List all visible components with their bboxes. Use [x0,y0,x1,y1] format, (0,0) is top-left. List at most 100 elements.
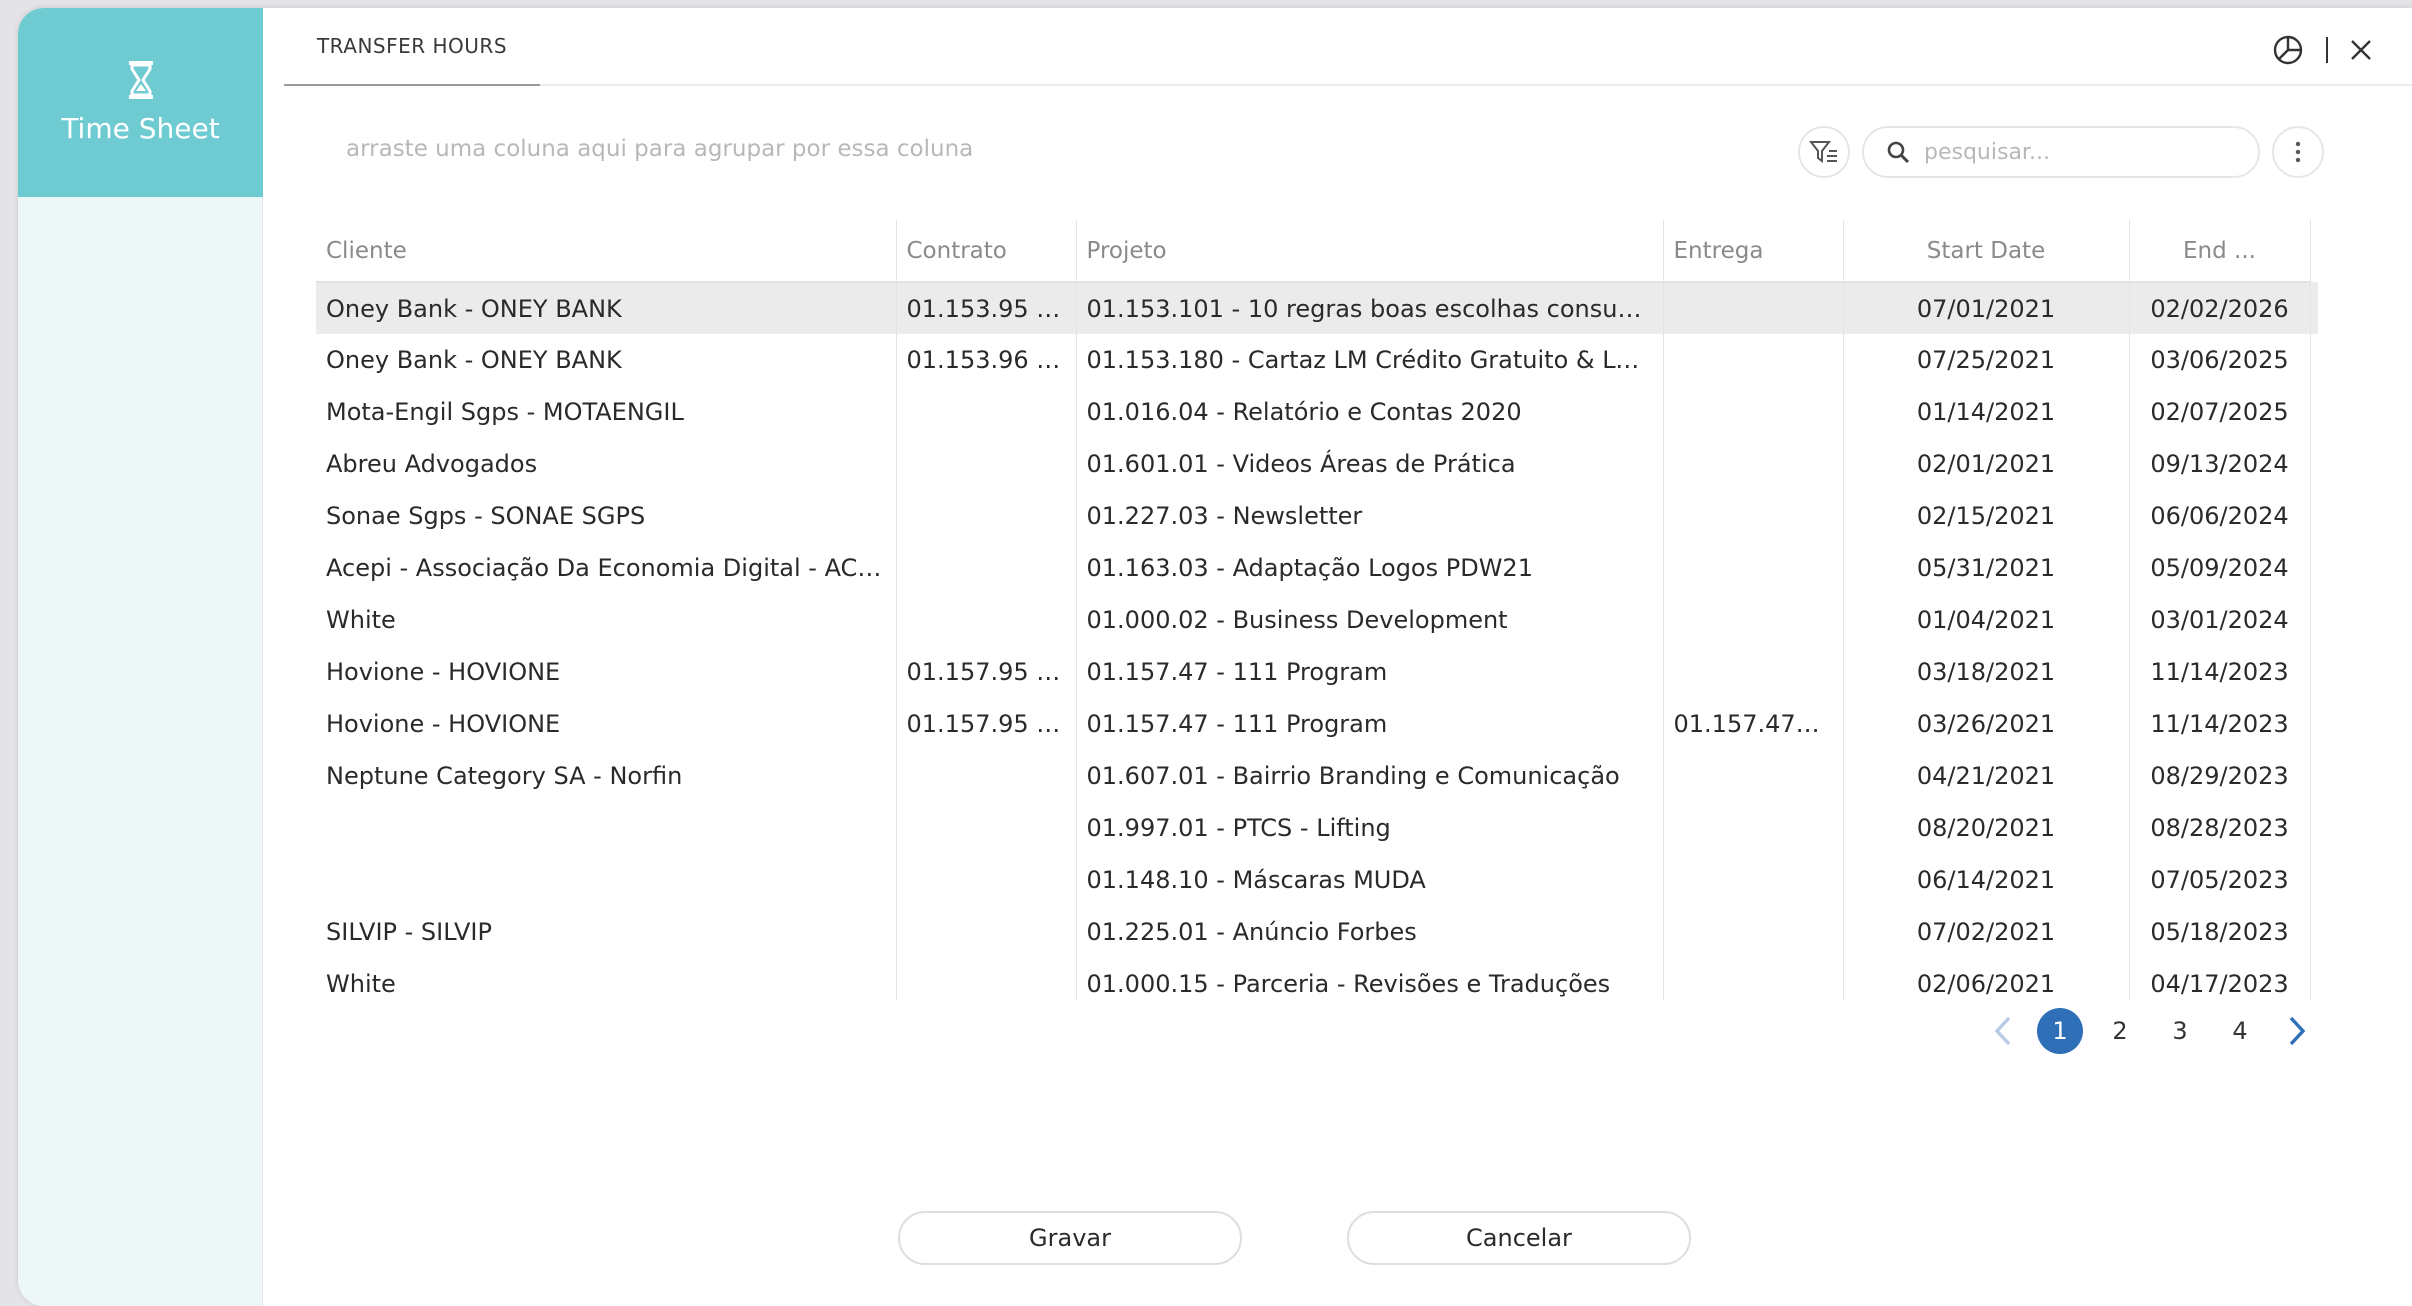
cell-cliente: Sonae Sgps - SONAE SGPS [316,490,897,542]
cell-spacer [2310,438,2318,490]
table-row[interactable]: White 01.000.02 - Business Development 01/… [316,594,2318,646]
cell-spacer [2310,750,2318,802]
cell-contrato [896,386,1077,438]
column-header-cliente[interactable]: Cliente [316,220,897,283]
table-row[interactable]: SILVIP - SILVIP 01.225.01 - Anúncio Forbe… [316,906,2318,958]
cell-contrato: 01.157.95 -... [896,646,1077,698]
column-header-contrato[interactable]: Contrato [896,220,1077,283]
cell-spacer [2310,282,2318,334]
save-button[interactable]: Gravar [898,1211,1242,1265]
more-vertical-icon [2295,141,2301,163]
filter-list-icon [1809,141,1837,163]
cell-entrega [1663,438,1844,490]
cell-entrega [1663,958,1844,1000]
search-input[interactable] [1924,139,2224,165]
previous-page-button[interactable] [1983,1008,2023,1054]
cell-end-date: 11/14/2023 [2129,698,2311,750]
search-box[interactable] [1862,126,2260,178]
cell-start-date: 02/06/2021 [1843,958,2130,1000]
column-header-entrega[interactable]: Entrega [1663,220,1844,283]
chevron-right-icon [2289,1016,2306,1046]
column-header-start-date[interactable]: Start Date [1843,220,2130,283]
cell-contrato: 01.153.96 -... [896,334,1077,386]
cancel-button[interactable]: Cancelar [1347,1211,1691,1265]
cell-entrega [1663,334,1844,386]
cell-cliente: White [316,594,897,646]
cell-projeto: 01.157.47 - 111 Program [1076,698,1664,750]
cell-entrega: 01.157.47C... [1663,698,1844,750]
cell-entrega [1663,802,1844,854]
tab-bar: TRANSFER HOURS [284,8,2412,86]
cell-projeto: 01.601.01 - Videos Áreas de Prática [1076,438,1664,490]
cell-projeto: 01.163.03 - Adaptação Logos PDW21 [1076,542,1664,594]
table-row[interactable]: Sonae Sgps - SONAE SGPS 01.227.03 - Newsl… [316,490,2318,542]
cell-spacer [2310,698,2318,750]
table-row[interactable]: 01.997.01 - PTCS - Lifting 08/20/2021 08/2… [316,802,2318,854]
cell-cliente: Abreu Advogados [316,438,897,490]
cell-projeto: 01.148.10 - Máscaras MUDA [1076,854,1664,906]
cell-end-date: 02/07/2025 [2129,386,2311,438]
table-row[interactable]: Hovione - HOVIONE 01.157.95 -... 01.157.47… [316,646,2318,698]
cell-contrato [896,490,1077,542]
cell-end-date: 08/29/2023 [2129,750,2311,802]
page-button-3[interactable]: 3 [2157,1008,2203,1054]
header-row: Cliente Contrato Projeto Entrega Start D… [316,220,2318,283]
cell-contrato [896,438,1077,490]
column-header-spacer [2310,220,2318,282]
table-row[interactable]: Abreu Advogados 01.601.01 - Videos Áreas … [316,438,2318,490]
cell-cliente [316,802,897,854]
cell-start-date: 07/01/2021 [1843,282,2130,334]
data-grid: Cliente Contrato Projeto Entrega Start D… [316,220,2320,1000]
page-button-1[interactable]: 1 [2037,1008,2083,1054]
hours-table: Cliente Contrato Projeto Entrega Start D… [316,220,2318,1000]
cell-end-date: 02/02/2026 [2129,282,2311,334]
table-row[interactable]: Hovione - HOVIONE 01.157.95 -... 01.157.47… [316,698,2318,750]
column-header-projeto[interactable]: Projeto [1076,220,1664,283]
cell-end-date: 05/18/2023 [2129,906,2311,958]
cell-contrato: 01.153.95 -... [896,282,1077,334]
cell-projeto: 01.997.01 - PTCS - Lifting [1076,802,1664,854]
search-icon [1887,141,1910,164]
cell-contrato [896,906,1077,958]
cell-cliente [316,854,897,906]
cell-contrato [896,854,1077,906]
table-row[interactable]: Acepi - Associação Da Economia Digital -… [316,542,2318,594]
cell-start-date: 03/26/2021 [1843,698,2130,750]
cell-projeto: 01.016.04 - Relatório e Contas 2020 [1076,386,1664,438]
cell-spacer [2310,594,2318,646]
cell-contrato [896,802,1077,854]
next-page-button[interactable] [2277,1008,2317,1054]
page-button-2[interactable]: 2 [2097,1008,2143,1054]
group-drop-area[interactable]: arraste uma coluna aqui para agrupar por… [346,136,973,162]
cell-end-date: 08/28/2023 [2129,802,2311,854]
column-header-end-date[interactable]: End ... [2129,220,2311,283]
sidebar-item-time-sheet[interactable]: Time Sheet [18,8,263,197]
table-row[interactable]: White 01.000.15 - Parceria - Revisões e T… [316,958,2318,1000]
filter-button[interactable] [1798,126,1850,178]
cell-start-date: 01/14/2021 [1843,386,2130,438]
window-actions [2272,34,2372,66]
table-body: Oney Bank - ONEY BANK 01.153.95 -... 01.15… [316,282,2318,1000]
pie-chart-icon[interactable] [2272,34,2304,66]
cell-projeto: 01.000.02 - Business Development [1076,594,1664,646]
table-row[interactable]: Neptune Category SA - Norfin 01.607.01 - … [316,750,2318,802]
close-icon[interactable] [2350,39,2372,61]
cell-entrega [1663,542,1844,594]
cell-spacer [2310,958,2318,1000]
more-options-button[interactable] [2272,126,2324,178]
chevron-left-icon [1994,1016,2011,1046]
cell-entrega [1663,906,1844,958]
table-row[interactable]: Mota-Engil Sgps - MOTAENGIL 01.016.04 - R… [316,386,2318,438]
table-row[interactable]: Oney Bank - ONEY BANK 01.153.95 -... 01.15… [316,282,2318,334]
tab-transfer-hours[interactable]: TRANSFER HOURS [284,8,540,86]
cell-cliente: SILVIP - SILVIP [316,906,897,958]
cell-spacer [2310,334,2318,386]
cell-start-date: 02/15/2021 [1843,490,2130,542]
page-button-4[interactable]: 4 [2217,1008,2263,1054]
table-row[interactable]: Oney Bank - ONEY BANK 01.153.96 -... 01.15… [316,334,2318,386]
cell-end-date: 03/06/2025 [2129,334,2311,386]
table-row[interactable]: 01.148.10 - Máscaras MUDA 06/14/2021 07/05… [316,854,2318,906]
cell-start-date: 07/02/2021 [1843,906,2130,958]
grid-toolbar [1798,126,2324,178]
cell-cliente: Oney Bank - ONEY BANK [316,334,897,386]
